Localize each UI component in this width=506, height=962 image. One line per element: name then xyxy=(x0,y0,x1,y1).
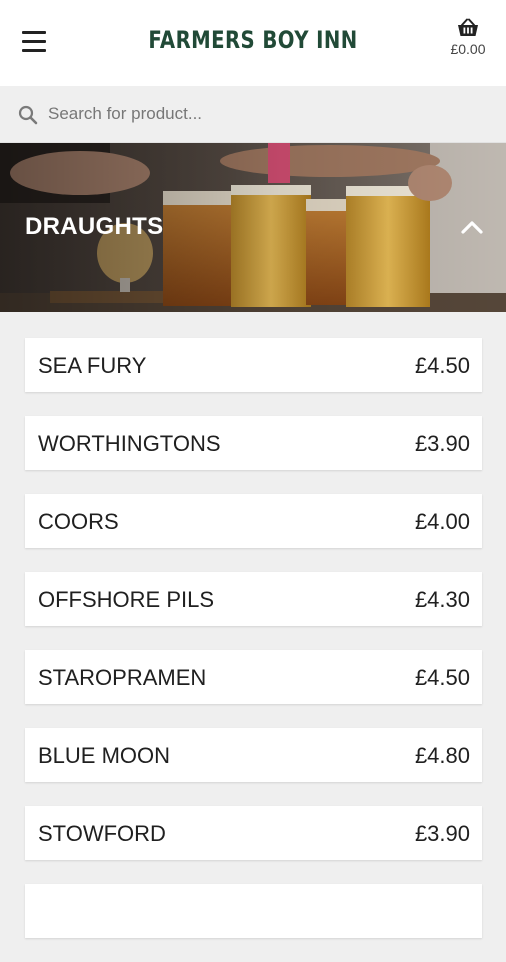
hamburger-menu-icon[interactable] xyxy=(22,30,48,54)
product-row[interactable]: STOWFORD £3.90 xyxy=(25,806,482,860)
category-banner[interactable]: DRAUGHTS xyxy=(0,143,506,312)
product-price: £3.90 xyxy=(414,431,470,456)
product-row[interactable] xyxy=(25,884,482,938)
cart-total: £0.00 xyxy=(450,41,486,57)
product-name: WORTHINGTONS xyxy=(38,431,221,456)
chevron-up-icon[interactable] xyxy=(459,217,485,237)
search-bar xyxy=(0,86,506,143)
product-name: BLUE MOON xyxy=(38,743,171,768)
product-row[interactable]: COORS £4.00 xyxy=(25,494,482,548)
category-title: DRAUGHTS xyxy=(25,213,164,240)
product-list: SEA FURY £4.50 WORTHINGTONS £3.90 COORS £4.00… xyxy=(25,338,482,962)
product-row[interactable]: STAROPRAMEN £4.50 xyxy=(25,650,482,704)
product-price: £4.50 xyxy=(414,353,470,378)
cart-button[interactable]: £0.00 xyxy=(446,18,490,57)
product-name: STAROPRAMEN xyxy=(38,665,207,690)
product-price: £4.80 xyxy=(414,743,470,768)
search-input[interactable] xyxy=(48,96,488,132)
product-name: COORS xyxy=(38,509,119,534)
product-price: £4.50 xyxy=(414,665,470,690)
product-row[interactable]: BLUE MOON £4.80 xyxy=(25,728,482,782)
product-price: £4.00 xyxy=(414,509,470,534)
product-name: SEA FURY xyxy=(38,353,147,378)
product-row[interactable]: WORTHINGTONS £3.90 xyxy=(25,416,482,470)
app-header: FARMERS BOY INN £0.00 xyxy=(0,0,506,86)
product-row[interactable]: SEA FURY £4.50 xyxy=(25,338,482,392)
product-name: STOWFORD xyxy=(38,821,166,846)
basket-icon xyxy=(458,18,478,36)
product-row[interactable]: OFFSHORE PILS £4.30 xyxy=(25,572,482,626)
search-icon xyxy=(18,105,38,125)
product-price: £3.90 xyxy=(414,821,470,846)
product-price: £4.30 xyxy=(414,587,470,612)
product-name: OFFSHORE PILS xyxy=(38,587,215,612)
venue-title: FARMERS BOY INN xyxy=(148,26,358,54)
